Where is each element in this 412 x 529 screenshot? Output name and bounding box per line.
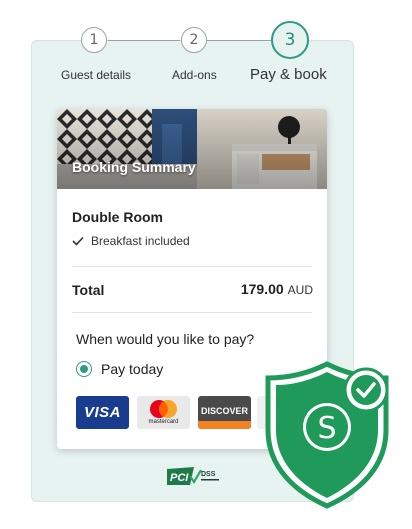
pay-today-radio[interactable] [76,361,92,377]
payment-question: When would you like to pay? [76,331,255,347]
booking-summary-heading: Booking Summary [72,159,196,175]
pay-today-option[interactable]: Pay today [76,361,163,377]
check-icon [72,236,84,246]
visa-logo: VISA [76,396,129,429]
stepper-line [207,40,271,41]
dss-text: DSS [201,471,216,478]
visa-logo-text: VISA [83,404,121,421]
total-label: Total [72,282,105,298]
pci-text: PCI [170,472,189,484]
room-photo-image [57,109,327,189]
discover-logo: DISCOVER [198,396,251,429]
divider [72,312,312,313]
step-2-label[interactable]: Add-ons [172,68,217,82]
stepper-line [108,40,180,41]
pay-today-label[interactable]: Pay today [101,361,163,377]
step-2-circle[interactable]: 2 [181,27,207,53]
divider [72,266,312,267]
total-amount: 179.00 [240,281,284,297]
total-currency: AUD [287,283,313,297]
inclusion-label: Breakfast included [91,234,190,248]
discover-logo-text: DISCOVER [200,406,248,416]
step-1-label[interactable]: Guest details [61,68,131,82]
room-name: Double Room [72,209,163,225]
inclusion-item: Breakfast included [72,234,190,248]
total-price: 179.00 AUD [241,281,313,297]
step-3-circle: 3 [271,21,309,59]
step-1-circle[interactable]: 1 [81,27,107,53]
step-3-label: Pay & book [250,66,327,83]
shield-letter: S [317,411,336,446]
mastercard-logo: mastercard [137,396,190,429]
room-photo: Booking Summary [57,109,327,189]
pci-dss-badge: PCI DSS [167,467,219,485]
mastercard-logo-text: mastercard [148,419,179,425]
security-shield-icon: S [265,361,389,509]
discover-stripe [198,421,251,429]
